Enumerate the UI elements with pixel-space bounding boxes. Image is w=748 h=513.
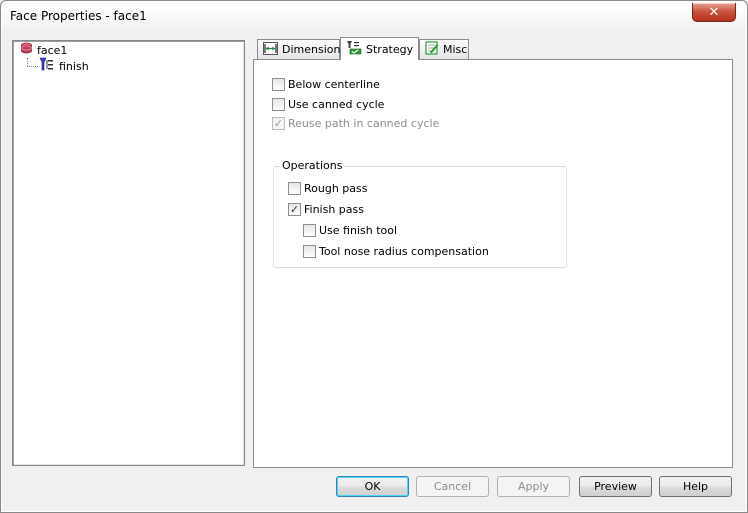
checkbox-label: Use canned cycle: [288, 97, 385, 111]
apply-button[interactable]: Apply: [497, 476, 570, 497]
title-bar[interactable]: Face Properties - face1 ✕: [2, 2, 746, 30]
preview-button[interactable]: Preview: [579, 476, 652, 497]
tree-item-finish[interactable]: finish: [39, 57, 89, 75]
tab-label: Misc: [443, 43, 468, 56]
checkbox-box[interactable]: [272, 97, 285, 111]
checkbox-box[interactable]: [303, 244, 316, 258]
tab-dimensions[interactable]: Dimensions: [257, 39, 346, 59]
tab-label: Dimensions: [282, 43, 347, 56]
use-finish-tool-checkbox[interactable]: Use finish tool: [303, 223, 397, 237]
tab-label: Strategy: [366, 42, 414, 56]
rough-pass-checkbox[interactable]: Rough pass: [288, 181, 368, 195]
checkbox-label: Use finish tool: [319, 223, 398, 237]
window-title: Face Properties - face1: [10, 9, 147, 23]
checkbox-label: Reuse path in canned cycle: [288, 116, 440, 130]
checkbox-box: ✓: [272, 116, 285, 130]
operations-group: Operations Rough pass ✓ Finish pass Use …: [273, 159, 567, 268]
finish-pass-checkbox[interactable]: ✓ Finish pass: [288, 202, 364, 216]
tree-item-label: face1: [37, 43, 68, 57]
checkbox-label: Finish pass: [304, 202, 364, 216]
checkbox-box[interactable]: [288, 181, 301, 195]
checkbox-label: Below centerline: [288, 77, 380, 91]
close-icon: ✕: [708, 4, 720, 20]
checkbox-box[interactable]: ✓: [288, 202, 301, 216]
tab-misc[interactable]: Misc: [419, 39, 469, 59]
close-button[interactable]: ✕: [692, 3, 736, 22]
button-label: Preview: [594, 480, 637, 493]
checkbox-box[interactable]: [303, 223, 316, 237]
strategy-tab-panel: Below centerline Use canned cycle ✓ Reus…: [253, 59, 733, 468]
tab-strategy[interactable]: Strategy: [340, 37, 419, 60]
tree-item-label: finish: [59, 59, 89, 73]
database-icon: [20, 42, 33, 58]
strategy-icon: [346, 40, 362, 58]
help-button[interactable]: Help: [659, 476, 732, 497]
button-label: OK: [364, 480, 381, 493]
checkbox-label: Tool nose radius compensation: [319, 244, 489, 258]
button-label: Cancel: [433, 480, 472, 493]
button-label: Apply: [517, 480, 550, 493]
ok-button[interactable]: OK: [336, 476, 409, 497]
use-canned-cycle-checkbox[interactable]: Use canned cycle: [272, 97, 384, 111]
checkbox-box[interactable]: [272, 77, 285, 91]
tree-item-face1[interactable]: face1: [20, 42, 67, 58]
cancel-button[interactable]: Cancel: [416, 476, 489, 497]
below-centerline-checkbox[interactable]: Below centerline: [272, 77, 380, 91]
tree-connector: [27, 58, 28, 66]
tree-panel[interactable]: [12, 40, 245, 466]
tab-control: Dimensions Strategy Misc Below centerlin…: [253, 37, 733, 468]
reuse-path-checkbox: ✓ Reuse path in canned cycle: [272, 116, 439, 130]
toolpath-icon: [39, 57, 55, 75]
button-label: Help: [682, 480, 709, 493]
dimensions-icon: [263, 41, 278, 58]
group-legend: Operations: [280, 159, 345, 172]
tree-connector: [27, 66, 38, 67]
tool-nose-checkbox[interactable]: Tool nose radius compensation: [303, 244, 489, 258]
misc-icon: [425, 41, 439, 58]
checkbox-label: Rough pass: [304, 181, 368, 195]
